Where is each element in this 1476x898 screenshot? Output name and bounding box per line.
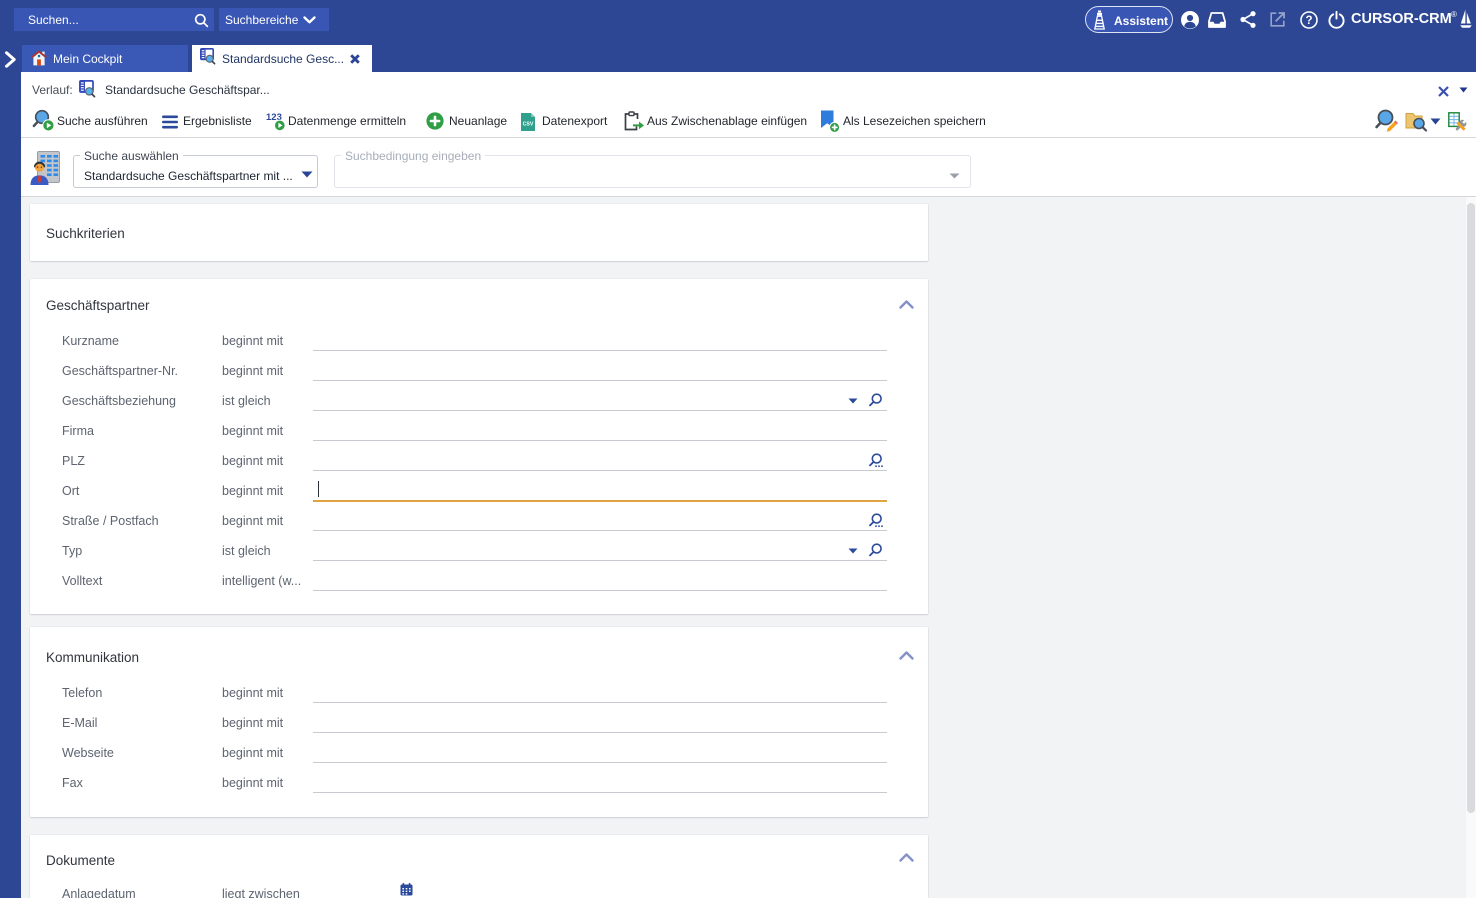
svg-text:CSV: CSV (523, 122, 534, 128)
svg-text:?: ? (1305, 15, 1312, 27)
